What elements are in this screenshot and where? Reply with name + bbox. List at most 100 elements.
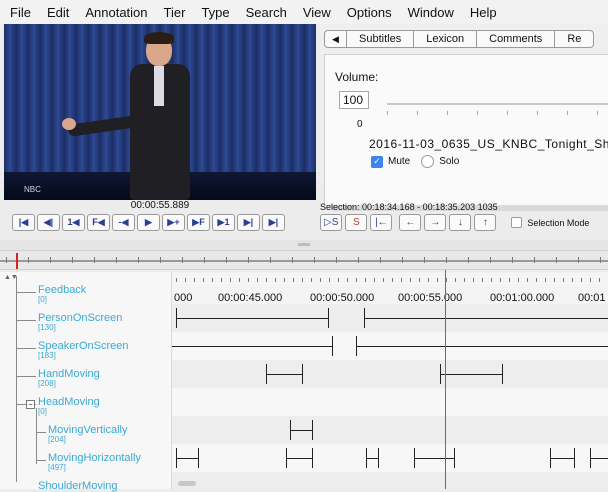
host-figure [62, 32, 194, 200]
timeline-overview[interactable] [0, 250, 608, 270]
annotation-boundary [312, 420, 313, 440]
lane-person-on-screen[interactable] [172, 304, 608, 332]
ruler-tick [482, 278, 483, 282]
next-boundary-button[interactable]: ▶+ [162, 214, 185, 231]
annotation-segment[interactable] [440, 374, 502, 375]
menu-annotation[interactable]: Annotation [85, 5, 147, 20]
tier-shoulder-moving[interactable]: ShoulderMoving [38, 480, 118, 492]
timeline-scrollbar[interactable] [178, 481, 196, 486]
annotation-segment[interactable] [176, 318, 328, 319]
collapse-toggle-icon[interactable]: − [26, 400, 35, 409]
previous-frame-f-button[interactable]: F◀ [87, 214, 110, 231]
overview-tick [6, 257, 7, 263]
lane-moving-vertically[interactable] [172, 416, 608, 444]
annotation-segment[interactable] [550, 458, 574, 459]
next-frame-f-button[interactable]: ▶F [187, 214, 210, 231]
selection-mode-toggle[interactable]: Selection Mode [511, 217, 589, 228]
annotation-segment[interactable] [266, 374, 302, 375]
move-up-button[interactable]: ↑ [474, 214, 497, 231]
move-right-button[interactable]: → [424, 214, 447, 231]
ruler-tick [599, 278, 600, 282]
menu-window[interactable]: Window [408, 5, 454, 20]
annotation-segment[interactable] [356, 346, 608, 347]
menu-edit[interactable]: Edit [47, 5, 69, 20]
annotation-segment[interactable] [364, 318, 608, 319]
tier-feedback[interactable]: Feedback [0] [38, 284, 86, 304]
ruler-tick [176, 278, 177, 282]
menu-tier[interactable]: Tier [164, 5, 186, 20]
tier-hand-moving[interactable]: HandMoving [208] [38, 368, 100, 388]
ruler-tick [329, 278, 330, 282]
selection-mode-checkbox[interactable] [511, 217, 523, 228]
ruler-tick [590, 278, 591, 282]
menu-type[interactable]: Type [201, 5, 229, 20]
previous-boundary-button[interactable]: -◀ [112, 214, 135, 231]
menu-help[interactable]: Help [470, 5, 497, 20]
lane-head-moving[interactable] [172, 388, 608, 416]
lane-moving-horizontally[interactable] [172, 444, 608, 472]
volume-value-field[interactable]: 100 [339, 91, 369, 109]
play-selection-button[interactable]: ▷S [320, 214, 343, 231]
overview-tick [556, 257, 557, 263]
clear-selection-button[interactable]: S [345, 214, 368, 231]
tier-moving-horizontally[interactable]: MovingHorizontally [497] [48, 452, 141, 472]
menu-search[interactable]: Search [246, 5, 287, 20]
ruler-tick [203, 278, 204, 282]
solo-radio[interactable] [421, 155, 435, 168]
video-viewer[interactable]: NBC [4, 24, 316, 200]
go-to-begin-button[interactable]: |◀ [12, 214, 35, 231]
go-to-end-button[interactable]: ▶| [262, 214, 285, 231]
volume-slider[interactable] [387, 103, 608, 105]
tier-speaker-on-screen[interactable]: SpeakerOnScreen [183] [38, 340, 129, 360]
tab-recognizers[interactable]: Re [555, 31, 593, 47]
annotation-segment[interactable] [172, 346, 332, 347]
menu-bar: File Edit Annotation Tier Type Search Vi… [0, 0, 608, 24]
previous-second-button[interactable]: 1◀ [62, 214, 85, 231]
annotation-segment[interactable] [176, 458, 198, 459]
playhead-cursor[interactable] [445, 270, 446, 489]
time-ruler[interactable]: 000 00:00:45.000 00:00:50.000 00:00:55.0… [172, 272, 608, 304]
annotation-boundary [328, 308, 329, 328]
overview-tick [534, 257, 535, 263]
annotation-segment[interactable] [366, 458, 378, 459]
tier-head-moving[interactable]: HeadMoving [0] [38, 396, 100, 416]
annotation-boundary [378, 448, 379, 468]
scroll-up-icon[interactable]: ▲▼ [4, 274, 18, 282]
menu-view[interactable]: View [303, 5, 331, 20]
move-down-button[interactable]: ↓ [449, 214, 472, 231]
annotation-segment[interactable] [290, 430, 312, 431]
annotation-segment[interactable] [590, 458, 608, 459]
lane-speaker-on-screen[interactable] [172, 332, 608, 360]
annotation-segment[interactable] [286, 458, 312, 459]
selection-to-begin-button[interactable]: |← [370, 214, 393, 231]
next-frame-button[interactable]: ▶| [237, 214, 260, 231]
previous-frame-button[interactable]: ◀| [37, 214, 60, 231]
ruler-tick [374, 278, 375, 282]
ruler-tick [491, 278, 492, 282]
tab-lexicon[interactable]: Lexicon [414, 31, 478, 47]
pane-splitter[interactable] [0, 240, 608, 250]
tier-count: [0] [38, 295, 47, 304]
tier-person-on-screen[interactable]: PersonOnScreen [130] [38, 312, 122, 332]
overview-tick [248, 257, 249, 263]
annotation-boundary [302, 364, 303, 384]
annotation-segment[interactable] [414, 458, 454, 459]
menu-options[interactable]: Options [347, 5, 392, 20]
lane-hand-moving[interactable] [172, 360, 608, 388]
overview-tick [380, 257, 381, 263]
timeline-viewer[interactable]: − ▲▼ Feedback [0] PersonOnScreen [130] S… [0, 272, 608, 492]
tab-scroll-left-icon[interactable]: ◀ [325, 31, 347, 47]
annotation-boundary [312, 448, 313, 468]
move-left-button[interactable]: ← [399, 214, 422, 231]
ruler-tick [473, 278, 474, 282]
tab-subtitles[interactable]: Subtitles [347, 31, 415, 47]
play-button[interactable]: ▶ [137, 214, 160, 231]
menu-file[interactable]: File [10, 5, 31, 20]
tab-comments[interactable]: Comments [477, 31, 556, 47]
lane-shoulder-moving[interactable] [172, 472, 608, 489]
overview-cursor [16, 253, 18, 269]
tier-moving-vertically[interactable]: MovingVertically [204] [48, 424, 127, 444]
mute-checkbox[interactable]: ✓ [371, 155, 383, 168]
next-second-button[interactable]: ▶1 [212, 214, 235, 231]
tier-lanes[interactable] [172, 304, 608, 489]
